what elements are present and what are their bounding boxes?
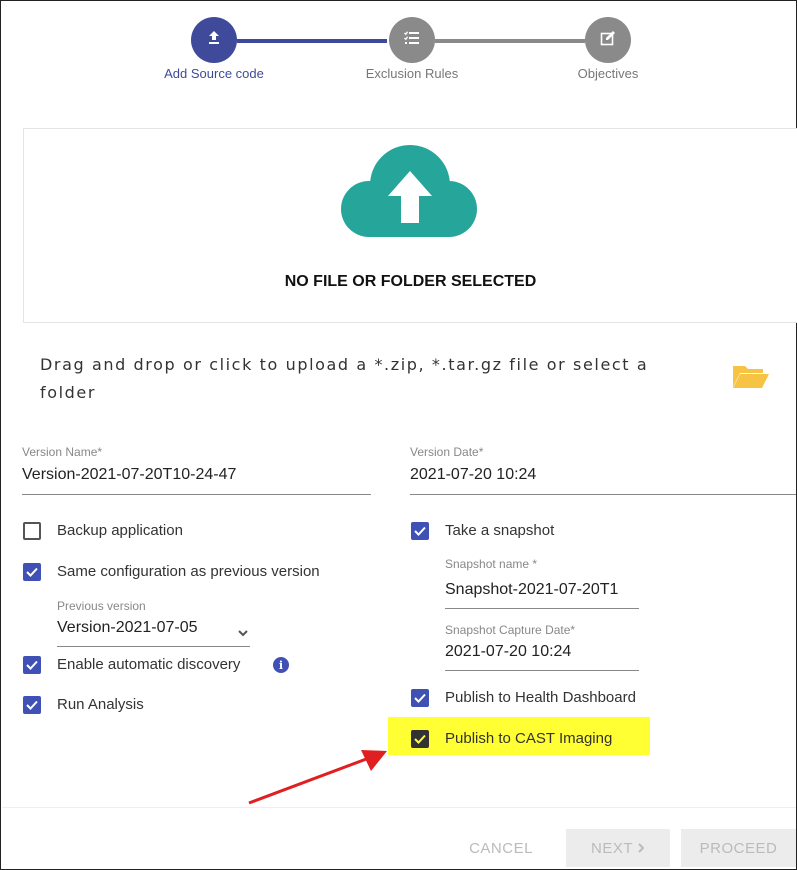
step-3-objectives[interactable]: [585, 17, 631, 63]
folder-open-icon[interactable]: [732, 363, 770, 394]
step-3-label: Objectives: [577, 66, 639, 81]
version-name-input[interactable]: Version-2021-07-20T10-24-47: [22, 466, 236, 484]
version-date-label: Version Date*: [410, 445, 484, 459]
version-name-underline: [22, 494, 371, 495]
snapshot-date-label: Snapshot Capture Date*: [445, 623, 576, 637]
footer-divider: [2, 807, 796, 808]
snapshot-name-input[interactable]: Snapshot-2021-07-20T1: [445, 581, 639, 599]
annotation-arrow: [248, 750, 387, 805]
info-icon[interactable]: i: [273, 657, 289, 673]
cloud-upload-icon: [335, 143, 485, 248]
next-button-label: NEXT: [590, 839, 633, 857]
backup-application-checkbox[interactable]: [23, 522, 41, 540]
upload-dropzone[interactable]: NO FILE OR FOLDER SELECTED: [23, 128, 797, 323]
take-snapshot-checkbox[interactable]: [411, 522, 429, 540]
snapshot-date-underline: [445, 670, 639, 671]
publish-health-dashboard-label: Publish to Health Dashboard: [445, 689, 636, 706]
step-connector-1: [237, 39, 387, 43]
enable-discovery-checkbox[interactable]: [23, 656, 41, 674]
cancel-button[interactable]: CANCEL: [461, 829, 541, 867]
step-1-label: Add Source code: [164, 66, 264, 81]
publish-health-dashboard-checkbox[interactable]: [411, 689, 429, 707]
version-date-input[interactable]: 2021-07-20 10:24: [410, 466, 536, 484]
publish-cast-imaging-checkbox[interactable]: [411, 730, 429, 748]
version-date-underline: [410, 494, 796, 495]
chevron-down-icon[interactable]: [237, 625, 249, 643]
snapshot-date-input[interactable]: 2021-07-20 10:24: [445, 643, 571, 661]
dialog: Add Source code Exclusion Rules Objectiv…: [0, 0, 797, 870]
chevron-right-icon: [637, 840, 645, 857]
edit-icon: [600, 30, 616, 51]
next-button[interactable]: NEXT: [566, 829, 670, 867]
check-icon: [414, 734, 426, 744]
same-configuration-label: Same configuration as previous version: [57, 563, 320, 580]
publish-cast-imaging-label: Publish to CAST Imaging: [445, 730, 613, 747]
check-icon: [26, 660, 38, 670]
version-name-label: Version Name*: [22, 445, 103, 459]
upload-hint-text: Drag and drop or click to upload a *.zip…: [40, 355, 649, 402]
enable-discovery-label: Enable automatic discovery: [57, 656, 241, 673]
step-1-add-source[interactable]: [191, 17, 237, 63]
previous-version-label: Previous version: [57, 599, 146, 613]
run-analysis-checkbox[interactable]: [23, 696, 41, 714]
same-configuration-checkbox[interactable]: [23, 563, 41, 581]
take-snapshot-label: Take a snapshot: [445, 522, 555, 539]
previous-version-select[interactable]: Version-2021-07-05: [57, 619, 198, 637]
proceed-button[interactable]: PROCEED: [681, 829, 796, 867]
check-icon: [26, 567, 38, 577]
snapshot-name-underline: [445, 608, 639, 609]
backup-application-label: Backup application: [57, 522, 183, 539]
check-icon: [26, 700, 38, 710]
check-icon: [414, 526, 426, 536]
step-2-exclusion-rules[interactable]: [389, 17, 435, 63]
list-icon: [404, 30, 420, 50]
snapshot-name-label: Snapshot name *: [445, 557, 538, 571]
run-analysis-label: Run Analysis: [57, 696, 144, 713]
previous-version-underline: [57, 646, 250, 647]
step-2-label: Exclusion Rules: [365, 66, 459, 81]
check-icon: [414, 693, 426, 703]
upload-icon: [205, 29, 223, 52]
upload-status-text: NO FILE OR FOLDER SELECTED: [284, 273, 537, 290]
step-connector-2: [435, 39, 585, 43]
